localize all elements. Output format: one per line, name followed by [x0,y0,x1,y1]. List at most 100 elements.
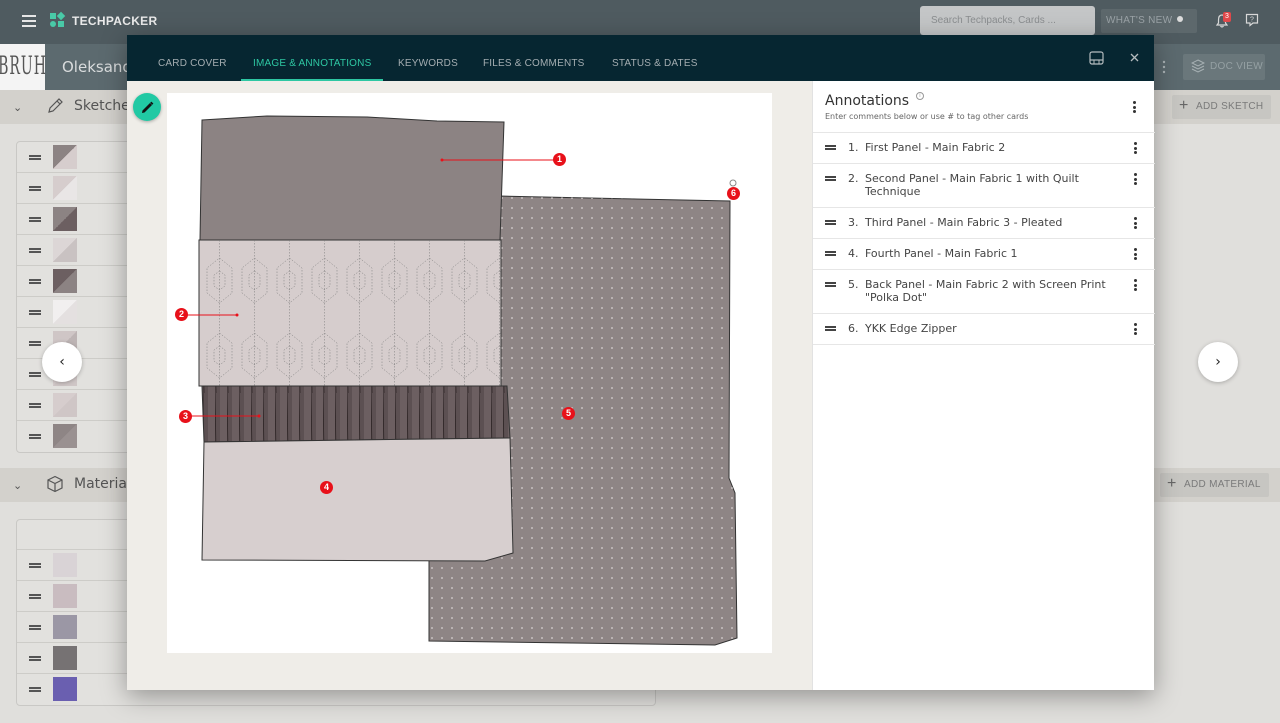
annotation-menu-icon[interactable] [1134,323,1138,335]
annotation-item[interactable]: 3. Third Panel - Main Fabric 3 - Pleated [813,208,1155,239]
sketch-thumbnail [53,424,77,448]
layers-icon [1191,59,1205,73]
doc-view-label: DOC VIEW [1210,61,1263,72]
drag-handle-icon[interactable] [29,625,41,630]
sketch-thumbnail [53,176,77,200]
sketch-thumbnail [53,269,77,293]
annotation-text: First Panel - Main Fabric 2 [865,141,1006,154]
material-thumbnail [53,553,77,577]
pencil-icon [48,98,63,113]
annotation-pin[interactable]: 3 [179,410,192,423]
materials-title: Materia [74,476,127,492]
annotation-number: 5. [848,278,859,291]
material-thumbnail [53,677,77,701]
drag-handle-icon[interactable] [825,176,836,181]
edit-annotations-button[interactable] [133,93,161,121]
annotation-pin[interactable]: 4 [320,481,333,494]
app-name: TECHPACKER [72,13,158,28]
annotated-sketch-image[interactable]: 1 2 3 4 5 6 [167,93,772,653]
annotation-pin[interactable]: 5 [562,407,575,420]
add-material-label: ADD MATERIAL [1184,479,1261,490]
close-icon[interactable] [1130,53,1139,62]
drag-handle-icon[interactable] [29,372,41,377]
annotation-pin[interactable]: 6 [727,187,740,200]
modal-header: CARD COVER IMAGE & ANNOTATIONS KEYWORDS … [127,35,1154,81]
annotation-pin[interactable]: 2 [175,308,188,321]
annotation-number: 1. [848,141,859,154]
drag-handle-icon[interactable] [29,594,41,599]
annotation-item[interactable]: 2. Second Panel - Main Fabric 1 with Quil… [813,164,1155,208]
drag-handle-icon[interactable] [29,687,41,692]
info-icon[interactable]: i [916,92,924,100]
status-dot-icon [1177,16,1184,22]
drag-handle-icon[interactable] [29,279,41,284]
annotation-menu-icon[interactable] [1134,217,1138,229]
more-options-icon[interactable] [1160,60,1168,74]
annotation-number: 2. [848,172,859,185]
annotation-item[interactable]: 5. Back Panel - Main Fabric 2 with Screen… [813,270,1155,314]
image-canvas-area: 1 2 3 4 5 6 [127,81,812,690]
tab-image-annotations[interactable]: IMAGE & ANNOTATIONS [241,35,384,81]
pillow-sketch [185,115,738,646]
doc-view-button[interactable]: DOC VIEW [1183,54,1265,80]
drag-handle-icon[interactable] [825,282,836,287]
annotation-item[interactable]: 6. YKK Edge Zipper [813,314,1155,345]
sketch-thumbnail [53,393,77,417]
next-card-button[interactable]: › [1198,342,1238,382]
annotation-number: 4. [848,247,859,260]
tab-card-cover[interactable]: CARD COVER [158,35,227,81]
plus-icon: + [1167,475,1177,492]
annotation-item[interactable]: 1. First Panel - Main Fabric 2 [813,133,1155,164]
annotation-menu-icon[interactable] [1134,142,1138,154]
panel-layout-icon[interactable] [1089,51,1104,65]
tab-keywords[interactable]: KEYWORDS [398,35,458,81]
annotations-subtitle: Enter comments below or use # to tag oth… [825,112,1029,121]
annotation-menu-icon[interactable] [1134,173,1138,185]
collapse-chevron-icon[interactable]: ⌄ [13,101,22,114]
annotation-list: 1. First Panel - Main Fabric 2 2. Second Pa… [813,132,1155,345]
annotation-pin[interactable]: 1 [553,153,566,166]
annotation-menu-icon[interactable] [1134,248,1138,260]
drag-handle-icon[interactable] [29,403,41,408]
drag-handle-icon[interactable] [29,248,41,253]
whats-new-button[interactable]: WHAT'S NEW [1101,9,1197,33]
drag-handle-icon[interactable] [825,145,836,150]
annotation-number: 6. [848,322,859,335]
sketch-thumbnail [53,207,77,231]
annotation-item[interactable]: 4. Fourth Panel - Main Fabric 1 [813,239,1155,270]
drag-handle-icon[interactable] [29,217,41,222]
annotations-title: Annotations [825,93,910,109]
drag-handle-icon[interactable] [825,251,836,256]
notification-badge: 3 [1223,12,1231,22]
collapse-chevron-icon[interactable]: ⌄ [13,479,22,492]
add-material-button[interactable]: + ADD MATERIAL [1160,473,1269,497]
add-sketch-button[interactable]: + ADD SKETCH [1172,95,1272,119]
drag-handle-icon[interactable] [29,310,41,315]
previous-card-button[interactable]: ‹ [42,342,82,382]
drag-handle-icon[interactable] [29,656,41,661]
material-thumbnail [53,584,77,608]
drag-handle-icon[interactable] [825,326,836,331]
menu-icon[interactable] [22,15,36,27]
tab-status-dates[interactable]: STATUS & DATES [612,35,698,81]
drag-handle-icon[interactable] [29,155,41,160]
sketch-thumbnail [53,145,77,169]
tab-files-comments[interactable]: FILES & COMMENTS [483,35,585,81]
techpacker-logo-icon [50,11,66,28]
drag-handle-icon[interactable] [825,220,836,225]
annotation-menu-icon[interactable] [1134,279,1138,291]
pencil-icon [141,101,153,113]
drag-handle-icon[interactable] [29,563,41,568]
help-chat-icon[interactable]: ? [1245,13,1259,27]
app-logo[interactable]: TECHPACKER [50,11,158,28]
brand-logo: BRUH [0,44,46,90]
drag-handle-icon[interactable] [29,434,41,439]
drag-handle-icon[interactable] [29,341,41,346]
annotations-menu-icon[interactable] [1133,101,1137,113]
plus-icon: + [1179,97,1189,114]
search-input[interactable]: Search Techpacks, Cards ... [920,6,1095,35]
annotations-panel: Annotations i Enter comments below or us… [812,81,1155,690]
annotation-text: Third Panel - Main Fabric 3 - Pleated [865,216,1063,229]
drag-handle-icon[interactable] [29,186,41,191]
annotation-text: Second Panel - Main Fabric 1 with Quilt … [865,172,1079,198]
